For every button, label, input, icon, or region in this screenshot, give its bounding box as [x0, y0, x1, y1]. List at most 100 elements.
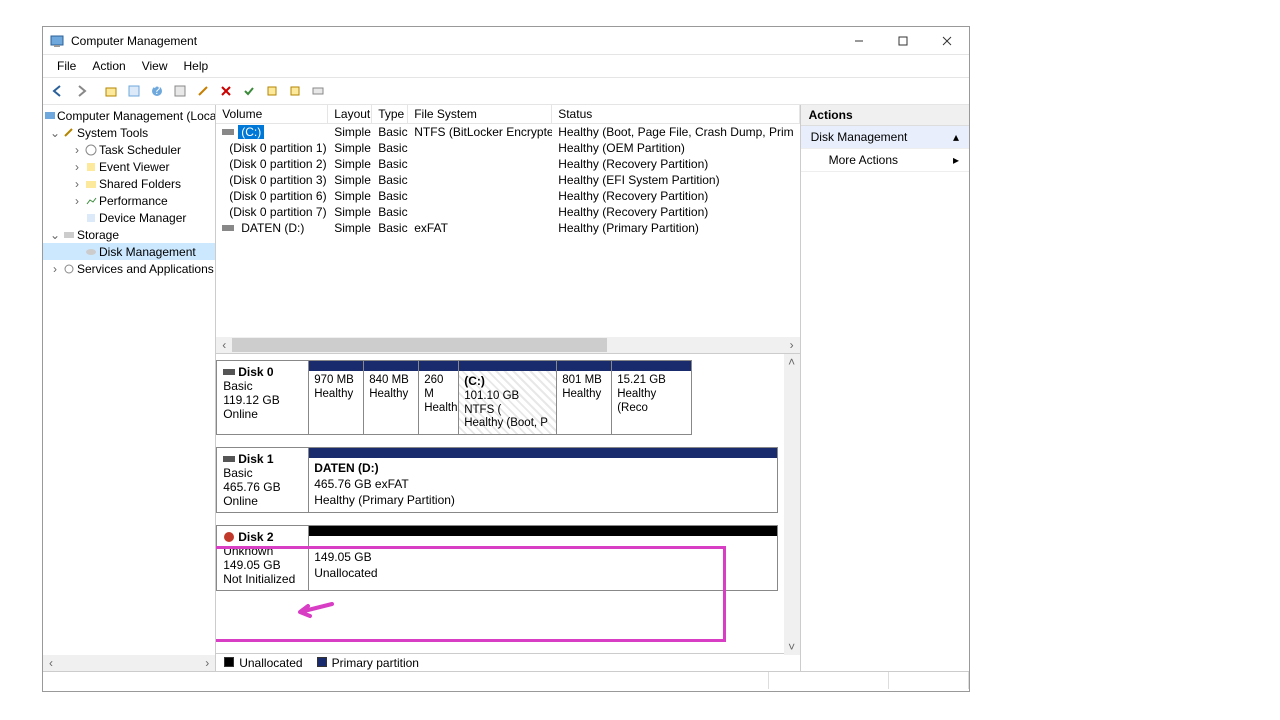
col-status[interactable]: Status: [552, 105, 799, 123]
legend-primary: Primary partition: [317, 656, 419, 670]
tree-services[interactable]: ›Services and Applications: [43, 260, 215, 277]
tree-task-scheduler[interactable]: ›Task Scheduler: [43, 141, 215, 158]
tree-device-manager[interactable]: Device Manager: [43, 209, 215, 226]
menu-file[interactable]: File: [49, 57, 84, 75]
col-layout[interactable]: Layout: [328, 105, 372, 123]
menu-help[interactable]: Help: [176, 57, 217, 75]
tree-hscroll[interactable]: ‹›: [43, 655, 215, 671]
tree-storage[interactable]: ⌄Storage: [43, 226, 215, 243]
volume-row[interactable]: DATEN (D:)SimpleBasicexFATHealthy (Prima…: [216, 220, 799, 236]
expand-icon[interactable]: ›: [49, 262, 61, 276]
nav-back-button[interactable]: [47, 80, 69, 102]
tree-disk-management[interactable]: Disk Management: [43, 243, 215, 260]
tree-event-viewer[interactable]: ›Event Viewer: [43, 158, 215, 175]
graphical-vscroll[interactable]: ˄ ˅: [784, 354, 800, 655]
tree-root[interactable]: Computer Management (Local: [43, 107, 215, 124]
scroll-down-icon[interactable]: ˅: [784, 639, 800, 655]
scroll-up-icon[interactable]: ˄: [784, 354, 800, 370]
tree-root-label: Computer Management (Local: [57, 109, 216, 123]
titlebar: Computer Management: [43, 27, 969, 55]
action1-button[interactable]: [261, 80, 283, 102]
collapse-icon[interactable]: ⌄: [49, 126, 61, 140]
disk1-partitions: DATEN (D:) 465.76 GB exFAT Healthy (Prim…: [309, 447, 777, 513]
disk2-info: Disk 2 Unknown 149.05 GB Not Initialized: [216, 525, 309, 591]
expand-icon[interactable]: ›: [71, 194, 83, 208]
volume-rows[interactable]: (C:)SimpleBasicNTFS (BitLocker Encrypted…: [216, 124, 799, 337]
graphical-view: Disk 0 Basic 119.12 GB Online 970 MBHeal…: [216, 353, 799, 671]
disk-dark-icon: [223, 454, 235, 464]
refresh-button[interactable]: [169, 80, 191, 102]
storage-icon: [61, 227, 77, 243]
nav-forward-button[interactable]: [70, 80, 92, 102]
disk0-partition[interactable]: 840 MBHealthy: [364, 360, 419, 435]
device-icon: [83, 210, 99, 226]
disk0-partition[interactable]: 15.21 GBHealthy (Reco: [612, 360, 692, 435]
volume-row[interactable]: (Disk 0 partition 7)SimpleBasicHealthy (…: [216, 204, 799, 220]
volume-row[interactable]: (Disk 0 partition 1)SimpleBasicHealthy (…: [216, 140, 799, 156]
expand-icon[interactable]: ›: [71, 177, 83, 191]
expand-icon[interactable]: ›: [71, 160, 83, 174]
col-type[interactable]: Type: [372, 105, 408, 123]
properties-button[interactable]: [123, 80, 145, 102]
disk0-partition[interactable]: 260 MHealth: [419, 360, 459, 435]
action2-button[interactable]: [284, 80, 306, 102]
disk-dark-icon: [223, 367, 235, 377]
services-icon: [61, 261, 77, 277]
legend: Unallocated Primary partition: [216, 653, 783, 671]
scroll-right-icon[interactable]: ›: [784, 337, 800, 353]
help-button[interactable]: ?: [146, 80, 168, 102]
disk2-unallocated[interactable]: 149.05 GB Unallocated: [309, 525, 777, 591]
actions-disk-management[interactable]: Disk Management ▴: [801, 126, 969, 149]
volume-row[interactable]: (Disk 0 partition 6)SimpleBasicHealthy (…: [216, 188, 799, 204]
disk1-part-daten[interactable]: DATEN (D:) 465.76 GB exFAT Healthy (Prim…: [309, 447, 777, 513]
disk0-partition[interactable]: (C:)101.10 GB NTFS (Healthy (Boot, P: [459, 360, 557, 435]
tools-icon: [61, 125, 77, 141]
menu-action[interactable]: Action: [84, 57, 133, 75]
export-button[interactable]: [192, 80, 214, 102]
delete-button[interactable]: [215, 80, 237, 102]
volume-row[interactable]: (C:)SimpleBasicNTFS (BitLocker Encrypted…: [216, 124, 799, 140]
disk-icon: [83, 244, 99, 260]
disk0-partitions: 970 MBHealthy840 MBHealthy260 MHealth(C:…: [309, 360, 777, 435]
disk0-partition[interactable]: 970 MBHealthy: [309, 360, 364, 435]
computer-icon: [43, 108, 57, 124]
up-button[interactable]: [100, 80, 122, 102]
action3-button[interactable]: [307, 80, 329, 102]
maximize-button[interactable]: [881, 27, 925, 55]
col-volume[interactable]: Volume: [216, 105, 328, 123]
menu-view[interactable]: View: [134, 57, 176, 75]
tree-systools[interactable]: ⌄ System Tools: [43, 124, 215, 141]
tree-systools-label: System Tools: [77, 126, 148, 140]
statusbar: [43, 671, 969, 689]
scroll-left-icon[interactable]: ‹: [216, 337, 232, 353]
volume-headers: Volume Layout Type File System Status: [216, 105, 799, 124]
annotation-arrow-icon: [294, 598, 334, 622]
expand-icon[interactable]: ›: [71, 143, 83, 157]
collapse-icon[interactable]: ⌄: [49, 228, 61, 242]
legend-unallocated: Unallocated: [224, 656, 302, 670]
disk2-row[interactable]: Disk 2 Unknown 149.05 GB Not Initialized…: [216, 525, 793, 591]
tree-performance[interactable]: ›Performance: [43, 192, 215, 209]
col-fs[interactable]: File System: [408, 105, 552, 123]
svg-text:?: ?: [154, 84, 161, 97]
volume-list: Volume Layout Type File System Status (C…: [216, 105, 799, 353]
minimize-button[interactable]: [837, 27, 881, 55]
disk1-info: Disk 1 Basic 465.76 GB Online: [216, 447, 309, 513]
chevron-up-icon: ▴: [953, 130, 959, 144]
close-button[interactable]: [925, 27, 969, 55]
detail-pane: Volume Layout Type File System Status (C…: [216, 105, 800, 671]
tree-shared-folders[interactable]: ›Shared Folders: [43, 175, 215, 192]
actions-more[interactable]: More Actions ▸: [801, 149, 969, 172]
log-icon: [83, 159, 99, 175]
disk0-partition[interactable]: 801 MBHealthy: [557, 360, 612, 435]
volume-row[interactable]: (Disk 0 partition 3)SimpleBasicHealthy (…: [216, 172, 799, 188]
check-button[interactable]: [238, 80, 260, 102]
tree-pane: Computer Management (Local ⌄ System Tool…: [43, 105, 216, 671]
disk0-row[interactable]: Disk 0 Basic 119.12 GB Online 970 MBHeal…: [216, 360, 793, 435]
disk1-row[interactable]: Disk 1 Basic 465.76 GB Online DATEN (D:)…: [216, 447, 793, 513]
chevron-right-icon: ▸: [953, 153, 959, 167]
volume-row[interactable]: (Disk 0 partition 2)SimpleBasicHealthy (…: [216, 156, 799, 172]
actions-header: Actions: [801, 105, 969, 126]
volume-hscroll[interactable]: ‹ ›: [216, 337, 799, 353]
disk-error-icon: [223, 531, 235, 543]
